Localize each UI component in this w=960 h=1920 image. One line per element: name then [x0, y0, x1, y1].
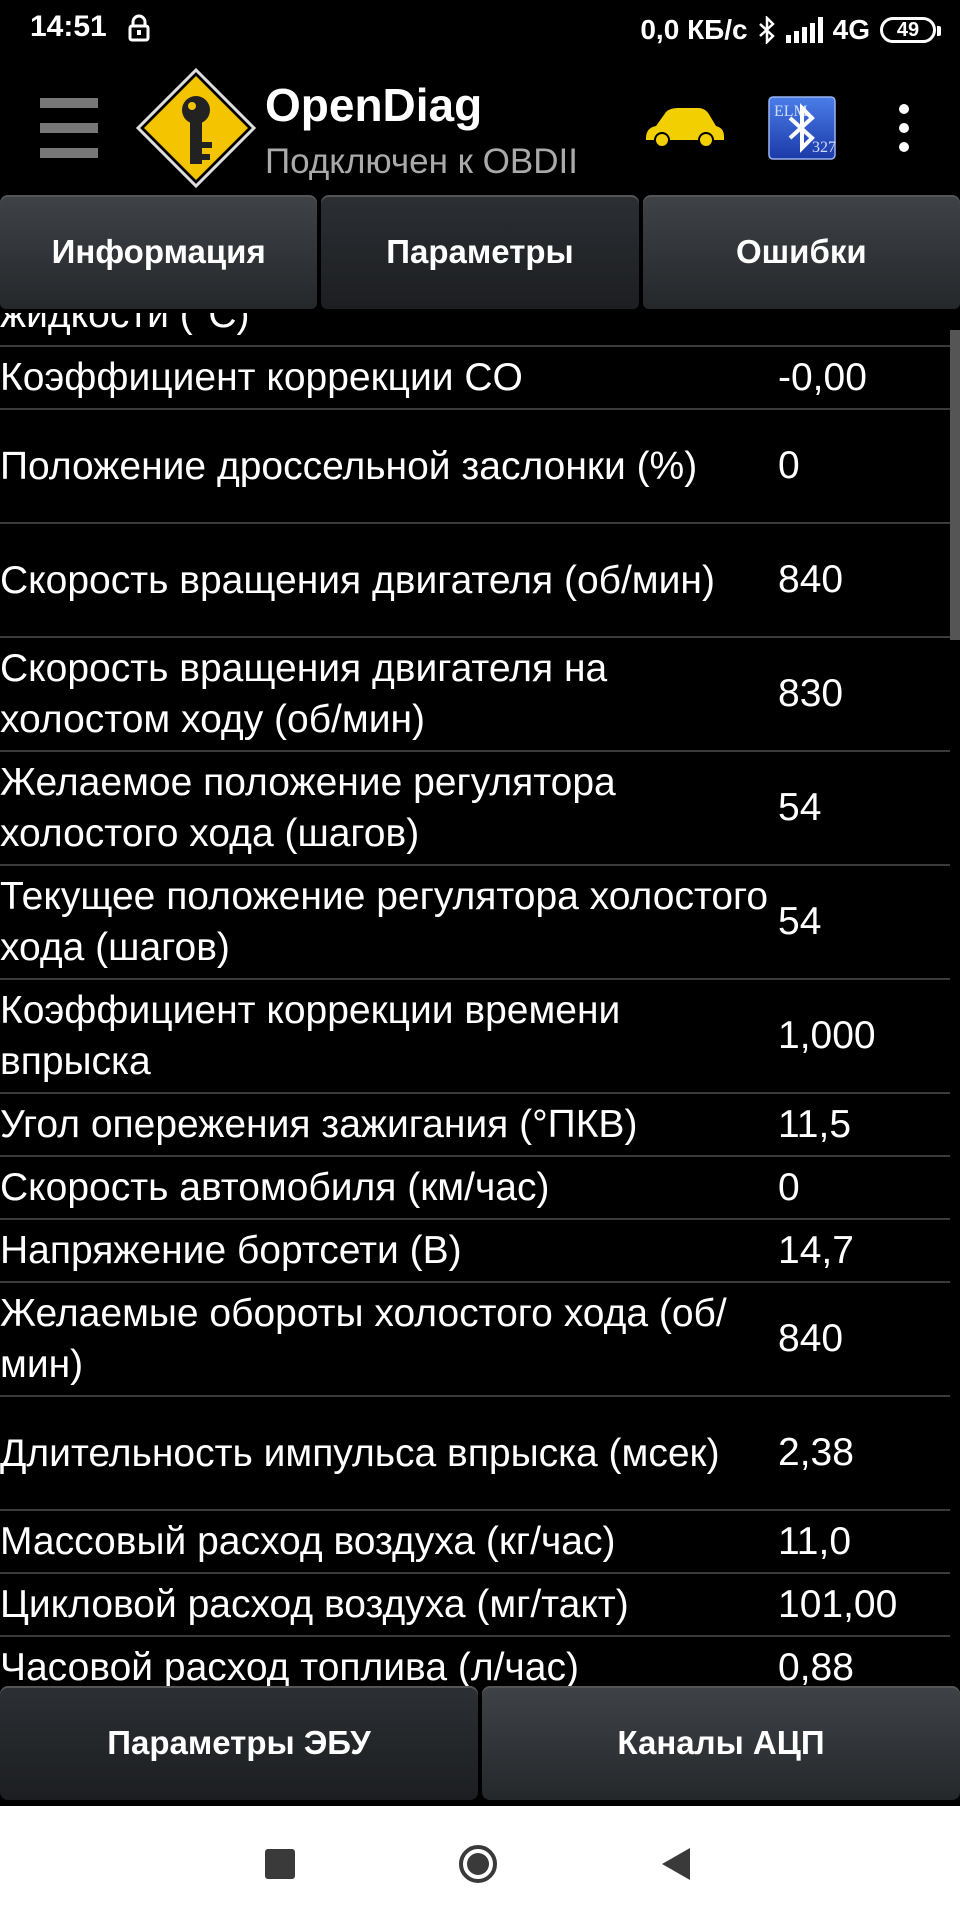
- signal-icon: [785, 17, 823, 43]
- parameter-label: жидкости (°C): [0, 313, 250, 336]
- parameter-value: 11,5: [778, 1102, 852, 1146]
- tab-parameters[interactable]: Параметры: [321, 195, 639, 309]
- network-type: 4G: [832, 14, 870, 45]
- system-nav-bar: [0, 1806, 960, 1920]
- home-icon[interactable]: [458, 1844, 498, 1884]
- parameter-value: -0,00: [778, 355, 867, 399]
- parameter-label: Коэффициент коррекции времени впрыска: [0, 989, 621, 1083]
- parameter-row: Скорость вращения двигателя (об/мин) 840: [0, 524, 950, 638]
- parameter-label: Желаемое положение регулятора холостого …: [0, 761, 616, 855]
- bluetooth-adapter-icon[interactable]: ELM 327: [768, 96, 836, 160]
- battery-icon: 49: [880, 17, 941, 43]
- app-bar: OpenDiag Подключен к OBDII ELM 327: [0, 60, 960, 195]
- parameter-value: 0: [778, 1165, 800, 1209]
- parameter-list[interactable]: жидкости (°C) Коэффициент коррекции CO -…: [0, 313, 950, 1686]
- parameter-value: 0,88: [778, 1645, 854, 1687]
- parameter-value: 54: [778, 900, 822, 943]
- app-title: OpenDiag: [265, 79, 483, 131]
- parameter-row: Скорость автомобиля (км/час) 0: [0, 1157, 950, 1220]
- top-tabs: Информация Параметры Ошибки: [0, 195, 960, 313]
- parameter-row: Коэффициент коррекции времени впрыска 1,…: [0, 980, 950, 1094]
- parameter-value: 11,0: [778, 1519, 852, 1563]
- connection-status: Подключен к OBDII: [265, 142, 578, 181]
- status-bar: 14:51 0,0 КБ/с 4G 49: [0, 0, 960, 60]
- parameter-value: 14,7: [778, 1228, 854, 1272]
- parameter-label: Текущее положение регулятора холостого х…: [0, 875, 769, 969]
- tab-information[interactable]: Информация: [0, 195, 318, 309]
- parameter-value: 1,000: [778, 1014, 876, 1057]
- parameter-label: Массовый расход воздуха (кг/час): [0, 1520, 616, 1563]
- parameter-row: Скорость вращения двигателя на холостом …: [0, 638, 950, 752]
- parameter-value: 0: [778, 444, 800, 487]
- parameter-value: 101,00: [778, 1582, 898, 1626]
- battery-level: 49: [896, 18, 920, 41]
- parameter-label: Угол опережения зажигания (°ПКВ): [0, 1103, 638, 1146]
- status-right-group: 0,0 КБ/с 4G 49: [640, 10, 941, 50]
- bottom-tabs: Параметры ЭБУ Каналы АЦП: [0, 1686, 960, 1804]
- bluetooth-icon: [758, 16, 775, 44]
- parameter-label: Скорость вращения двигателя на холостом …: [0, 647, 608, 741]
- svg-text:327: 327: [812, 139, 836, 156]
- parameter-row: Массовый расход воздуха (кг/час) 11,0: [0, 1511, 950, 1574]
- status-time: 14:51: [30, 10, 107, 43]
- parameter-label: Коэффициент коррекции CO: [0, 356, 523, 399]
- parameter-row: Текущее положение регулятора холостого х…: [0, 866, 950, 980]
- recents-icon[interactable]: [265, 1849, 295, 1879]
- parameter-row: Положение дроссельной заслонки (%) 0: [0, 410, 950, 524]
- car-icon[interactable]: [642, 104, 726, 150]
- parameter-label: Длительность импульса впрыска (мсек): [0, 1431, 720, 1475]
- parameter-row: Желаемое положение регулятора холостого …: [0, 752, 950, 866]
- parameter-value: 840: [778, 558, 844, 601]
- parameter-label: Положение дроссельной заслонки (%): [0, 444, 698, 488]
- parameter-row: Длительность импульса впрыска (мсек) 2,3…: [0, 1397, 950, 1511]
- lock-icon: [128, 14, 150, 42]
- tab-adc-channels[interactable]: Каналы АЦП: [482, 1686, 960, 1800]
- parameter-value: 840: [778, 1317, 844, 1360]
- parameter-row: Напряжение бортсети (В) 14,7: [0, 1220, 950, 1283]
- tab-errors[interactable]: Ошибки: [642, 195, 960, 309]
- back-icon[interactable]: [660, 1846, 692, 1882]
- parameter-row: Часовой расход топлива (л/час) 0,88: [0, 1637, 950, 1687]
- network-speed: 0,0 КБ/с: [640, 14, 748, 45]
- parameter-row: Цикловой расход воздуха (мг/такт) 101,00: [0, 1574, 950, 1637]
- app-logo-key-icon: [135, 67, 257, 189]
- parameter-value: 54: [778, 786, 822, 829]
- parameter-row: жидкости (°C): [0, 313, 950, 347]
- parameter-label: Цикловой расход воздуха (мг/такт): [0, 1583, 629, 1626]
- parameter-label: Скорость вращения двигателя (об/мин): [0, 558, 715, 602]
- parameter-label: Желаемые обороты холостого хода (об/мин): [0, 1292, 727, 1386]
- tab-ecu-parameters[interactable]: Параметры ЭБУ: [0, 1686, 478, 1800]
- parameter-label: Напряжение бортсети (В): [0, 1229, 462, 1272]
- parameter-value: 2,38: [778, 1431, 854, 1474]
- parameter-row: Угол опережения зажигания (°ПКВ) 11,5: [0, 1094, 950, 1157]
- parameter-row: Коэффициент коррекции CO -0,00: [0, 347, 950, 410]
- parameter-label: Скорость автомобиля (км/час): [0, 1166, 550, 1209]
- menu-icon[interactable]: [40, 98, 98, 158]
- parameter-row: Желаемые обороты холостого хода (об/мин)…: [0, 1283, 950, 1397]
- parameter-value: 830: [778, 672, 844, 715]
- list-scrollbar[interactable]: [950, 330, 960, 640]
- overflow-menu-icon[interactable]: [898, 104, 910, 152]
- parameter-label: Часовой расход топлива (л/час): [0, 1646, 579, 1686]
